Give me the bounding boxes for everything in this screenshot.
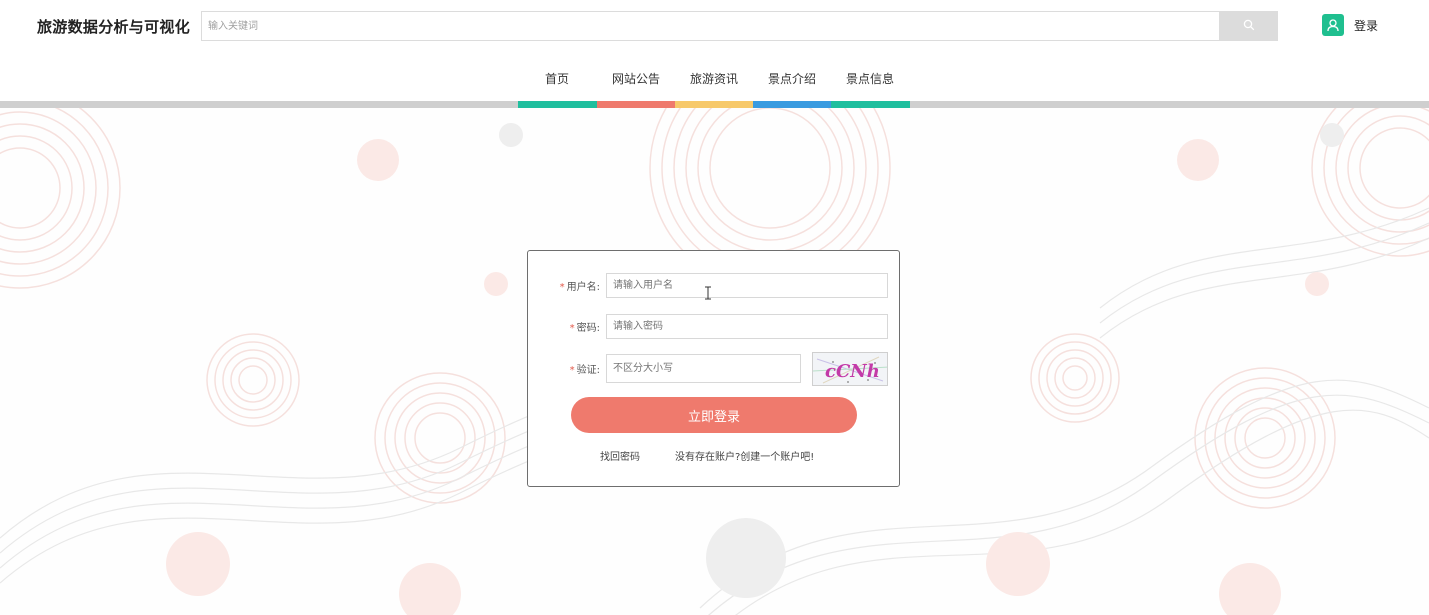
nav-underline — [753, 101, 831, 108]
nav-item-label: 旅游资讯 — [689, 72, 738, 86]
captcha-image[interactable]: cCNh — [812, 352, 888, 386]
nav-underline — [597, 101, 675, 108]
search-icon — [1243, 19, 1255, 34]
login-card: *用户名: *密码: *验证: cCNh 立即登录 找回密码 没有存在账户?创建… — [527, 250, 900, 487]
login-label: 登录 — [1354, 18, 1379, 33]
captcha-row: * 验证: — [528, 354, 801, 383]
nav-item-label: 首页 — [544, 72, 569, 86]
username-input[interactable] — [606, 273, 888, 298]
password-input[interactable] — [606, 314, 888, 339]
login-submit-button[interactable]: 立即登录 — [571, 397, 857, 433]
nav-underline — [831, 101, 910, 108]
username-label: * 用户名: — [559, 282, 600, 293]
text-cursor-icon — [705, 286, 711, 300]
search-button[interactable] — [1219, 11, 1278, 41]
forgot-password-link[interactable]: 找回密码 — [600, 448, 640, 463]
password-label: * 密码: — [569, 323, 600, 334]
captcha-input[interactable] — [606, 354, 801, 383]
nav-underline — [675, 101, 753, 108]
header: 旅游数据分析与可视化 登录 — [0, 0, 1429, 56]
captcha-text: cCNh — [825, 361, 880, 382]
search-input[interactable] — [201, 11, 1226, 41]
user-icon — [1322, 14, 1344, 36]
nav-item-label: 景点信息 — [845, 72, 894, 86]
search-bar — [201, 11, 1278, 41]
register-link[interactable]: 没有存在账户?创建一个账户吧! — [675, 448, 814, 463]
captcha-label: * 验证: — [569, 365, 600, 376]
nav-underline — [518, 101, 597, 108]
nav-item-label: 网站公告 — [611, 72, 660, 86]
login-link[interactable]: 登录 — [1322, 14, 1378, 36]
nav-item-label: 景点介绍 — [767, 72, 816, 86]
site-logo[interactable]: 旅游数据分析与可视化 — [37, 16, 190, 37]
password-row: * 密码: — [528, 314, 888, 339]
